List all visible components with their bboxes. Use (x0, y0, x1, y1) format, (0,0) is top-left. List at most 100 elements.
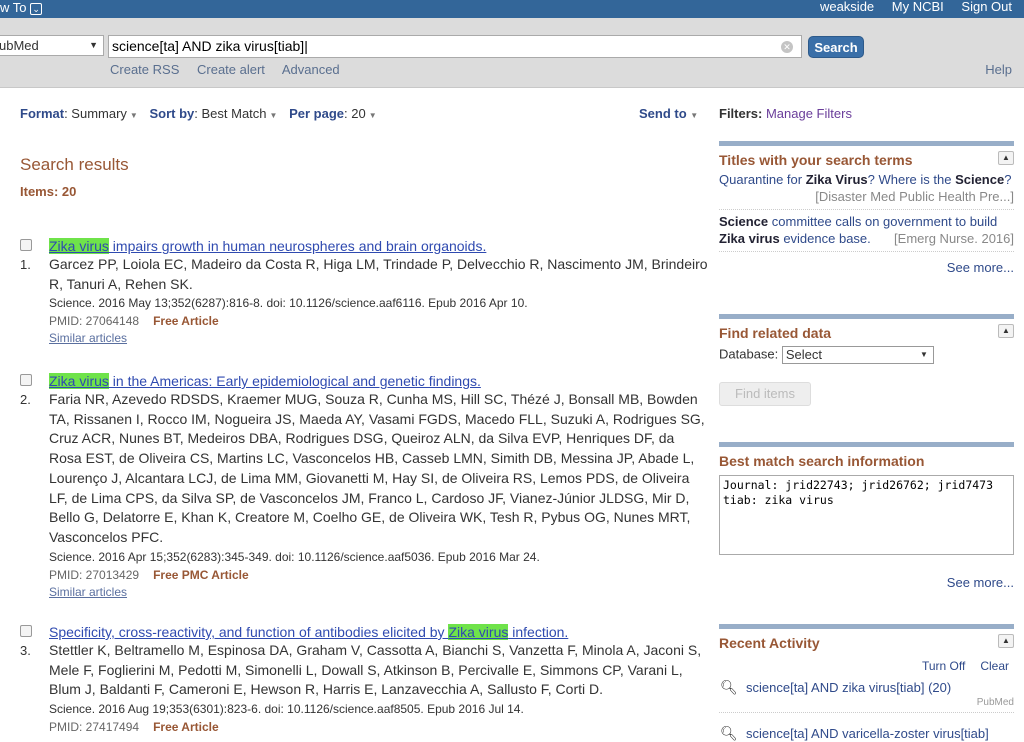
collapse-icon[interactable]: ▲ (998, 324, 1014, 338)
search-input[interactable]: science[ta] AND zika virus[tiab]| ✕ (108, 35, 802, 58)
send-to-label: Send to (639, 106, 687, 121)
database-value: ubMed (0, 38, 39, 53)
title-link[interactable]: Quarantine for Zika Virus? Where is the … (719, 168, 1014, 210)
free-article-badge: Free PMC Article (153, 567, 249, 582)
pmid-text: PMID: 27064148 (49, 314, 140, 329)
search-button[interactable]: Search (808, 36, 864, 58)
text: committee calls on government to build (768, 214, 998, 229)
term: Zika Virus (805, 172, 868, 187)
see-more-link[interactable]: See more... (719, 575, 1014, 590)
per-page-menu[interactable]: Per page: 20 ▼ (289, 106, 385, 121)
my-ncbi-link[interactable]: My NCBI (892, 0, 944, 14)
database-label: Database: (719, 346, 779, 362)
text: Quarantine for (719, 172, 806, 187)
items-count: Items: 20 (20, 184, 77, 199)
best-match-portlet: Best match search information Journal: j… (719, 442, 1014, 590)
title-highlight: Zika virus (49, 373, 109, 389)
title-text: Specificity, cross-reactivity, and funct… (49, 624, 449, 640)
user-link[interactable]: weakside (820, 0, 874, 14)
search-icon: 🔍︎ (720, 679, 738, 695)
search-results-heading: Search results (20, 155, 129, 174)
database-select[interactable]: ubMed ▼ (0, 35, 104, 56)
recent-search-text: science[ta] AND varicella-zoster virus[t… (746, 726, 989, 741)
related-data-portlet: Find related data ▲ Database: Select ▼ Fi… (719, 314, 1014, 406)
text: ? (1004, 172, 1012, 187)
similar-articles-link[interactable]: Similar articles (49, 584, 710, 600)
result-authors: Faria NR, Azevedo RDSDS, Kraemer MUG, So… (49, 391, 705, 545)
find-items-button[interactable]: Find items (719, 382, 811, 406)
result-item: 3. Specificity, cross-reactivity, and fu… (20, 623, 710, 736)
term: Science (955, 172, 1005, 187)
caret-down-icon: ▼ (269, 111, 278, 120)
best-match-textarea[interactable]: Journal: jrid22743; jrid26762; jrid7473 … (719, 475, 1014, 555)
recent-search-text: science[ta] AND zika virus[tiab] (20) (746, 680, 952, 695)
result-citation: Science. 2016 Aug 19;353(6301):823-6. do… (49, 702, 524, 717)
help-link[interactable]: Help (985, 62, 1012, 77)
database-value: Select (785, 347, 823, 362)
title-highlight: Zika virus (448, 624, 509, 640)
caret-down-icon: ▼ (129, 111, 138, 120)
portlet-heading: Best match search information (719, 453, 925, 469)
collapse-icon[interactable]: ▲ (998, 634, 1014, 648)
create-rss-link[interactable]: Create RSS (110, 62, 179, 77)
result-checkbox[interactable] (20, 625, 32, 637)
result-authors: Garcez PP, Loiola EC, Madeiro da Costa R… (49, 256, 708, 292)
format-value: Summary (71, 106, 127, 121)
sort-menu[interactable]: Sort by: Best Match ▼ (149, 106, 285, 121)
how-to-menu[interactable]: w To ⌄ (0, 0, 43, 15)
title-link[interactable]: Science committee calls on government to… (719, 210, 1014, 252)
result-title-link[interactable]: Zika virus in the Americas: Early epidem… (49, 372, 710, 390)
result-pmid: PMID: 27013429 Free PMC Article (49, 566, 710, 584)
result-pmid: PMID: 27417494 Free Article (49, 718, 710, 736)
pmid-text: PMID: 27417494 (49, 720, 140, 735)
sort-label: Sort by (149, 106, 195, 121)
create-alert-link[interactable]: Create alert (197, 62, 265, 77)
query-text: science[ta] AND zika virus[tiab] (112, 38, 305, 54)
portlet-heading: Titles with your search terms (719, 152, 913, 168)
similar-articles-link[interactable]: Similar articles (49, 330, 710, 346)
title-text: in the Americas: Early epidemiological a… (108, 373, 481, 389)
dropdown-arrow-icon: ▼ (89, 40, 98, 50)
caret-down-icon: ▼ (368, 111, 377, 120)
result-number: 1. (20, 257, 31, 272)
filters-label: Filters: (719, 106, 763, 121)
clear-icon[interactable]: ✕ (781, 41, 793, 53)
top-bar: w To ⌄ weakside My NCBI Sign Out (0, 0, 1024, 18)
text: evidence base. (779, 231, 871, 246)
search-icon: 🔍︎ (720, 725, 738, 741)
recent-search-item[interactable]: 🔍︎ science[ta] AND varicella-zoster virus… (719, 725, 1014, 742)
caret-down-icon: ▼ (690, 111, 699, 120)
per-page-value: 20 (351, 106, 366, 121)
title-text: impairs growth in human neurospheres and… (108, 238, 487, 254)
result-item: 2. Zika virus in the Americas: Early epi… (20, 372, 710, 600)
sign-out-link[interactable]: Sign Out (961, 0, 1012, 14)
result-title-link[interactable]: Zika virus impairs growth in human neuro… (49, 237, 710, 255)
search-bar: ubMed ▼ science[ta] AND zika virus[tiab]|… (0, 18, 1024, 88)
title-highlight: Zika virus (49, 238, 109, 254)
see-more-link[interactable]: See more... (719, 260, 1014, 275)
collapse-icon[interactable]: ▲ (998, 151, 1014, 165)
journal-source: [Disaster Med Public Health Pre...] (815, 189, 1014, 204)
database-dropdown[interactable]: Select ▼ (781, 346, 934, 364)
result-citation: Science. 2016 Apr 15;352(6283):345-349. … (49, 549, 540, 564)
how-to-label: w To (0, 0, 27, 15)
turn-off-link[interactable]: Turn Off (922, 659, 965, 673)
result-checkbox[interactable] (20, 374, 32, 386)
per-page-label: Per page (289, 106, 344, 121)
free-article-badge: Free Article (153, 314, 219, 329)
result-title-link[interactable]: Specificity, cross-reactivity, and funct… (49, 623, 710, 641)
recent-activity-portlet: Recent Activity ▲ Turn Off Clear 🔍︎ scienc… (719, 624, 1014, 742)
recent-search-db: PubMed (976, 697, 1014, 708)
filters: Filters: Manage Filters (719, 106, 852, 121)
clear-link[interactable]: Clear (980, 659, 1009, 673)
send-to-menu[interactable]: Send to ▼ (639, 106, 698, 121)
advanced-link[interactable]: Advanced (282, 62, 340, 77)
result-checkbox[interactable] (20, 239, 32, 251)
recent-search-item[interactable]: 🔍︎ science[ta] AND zika virus[tiab] (20) P… (719, 679, 1014, 710)
portlet-heading: Find related data (719, 325, 832, 341)
manage-filters-link[interactable]: Manage Filters (766, 106, 852, 121)
text: ? Where is the (867, 172, 956, 187)
format-menu[interactable]: Format: Summary ▼ (20, 106, 146, 121)
dropdown-arrow-icon: ▼ (919, 350, 928, 359)
chevron-down-icon: ⌄ (30, 2, 43, 15)
